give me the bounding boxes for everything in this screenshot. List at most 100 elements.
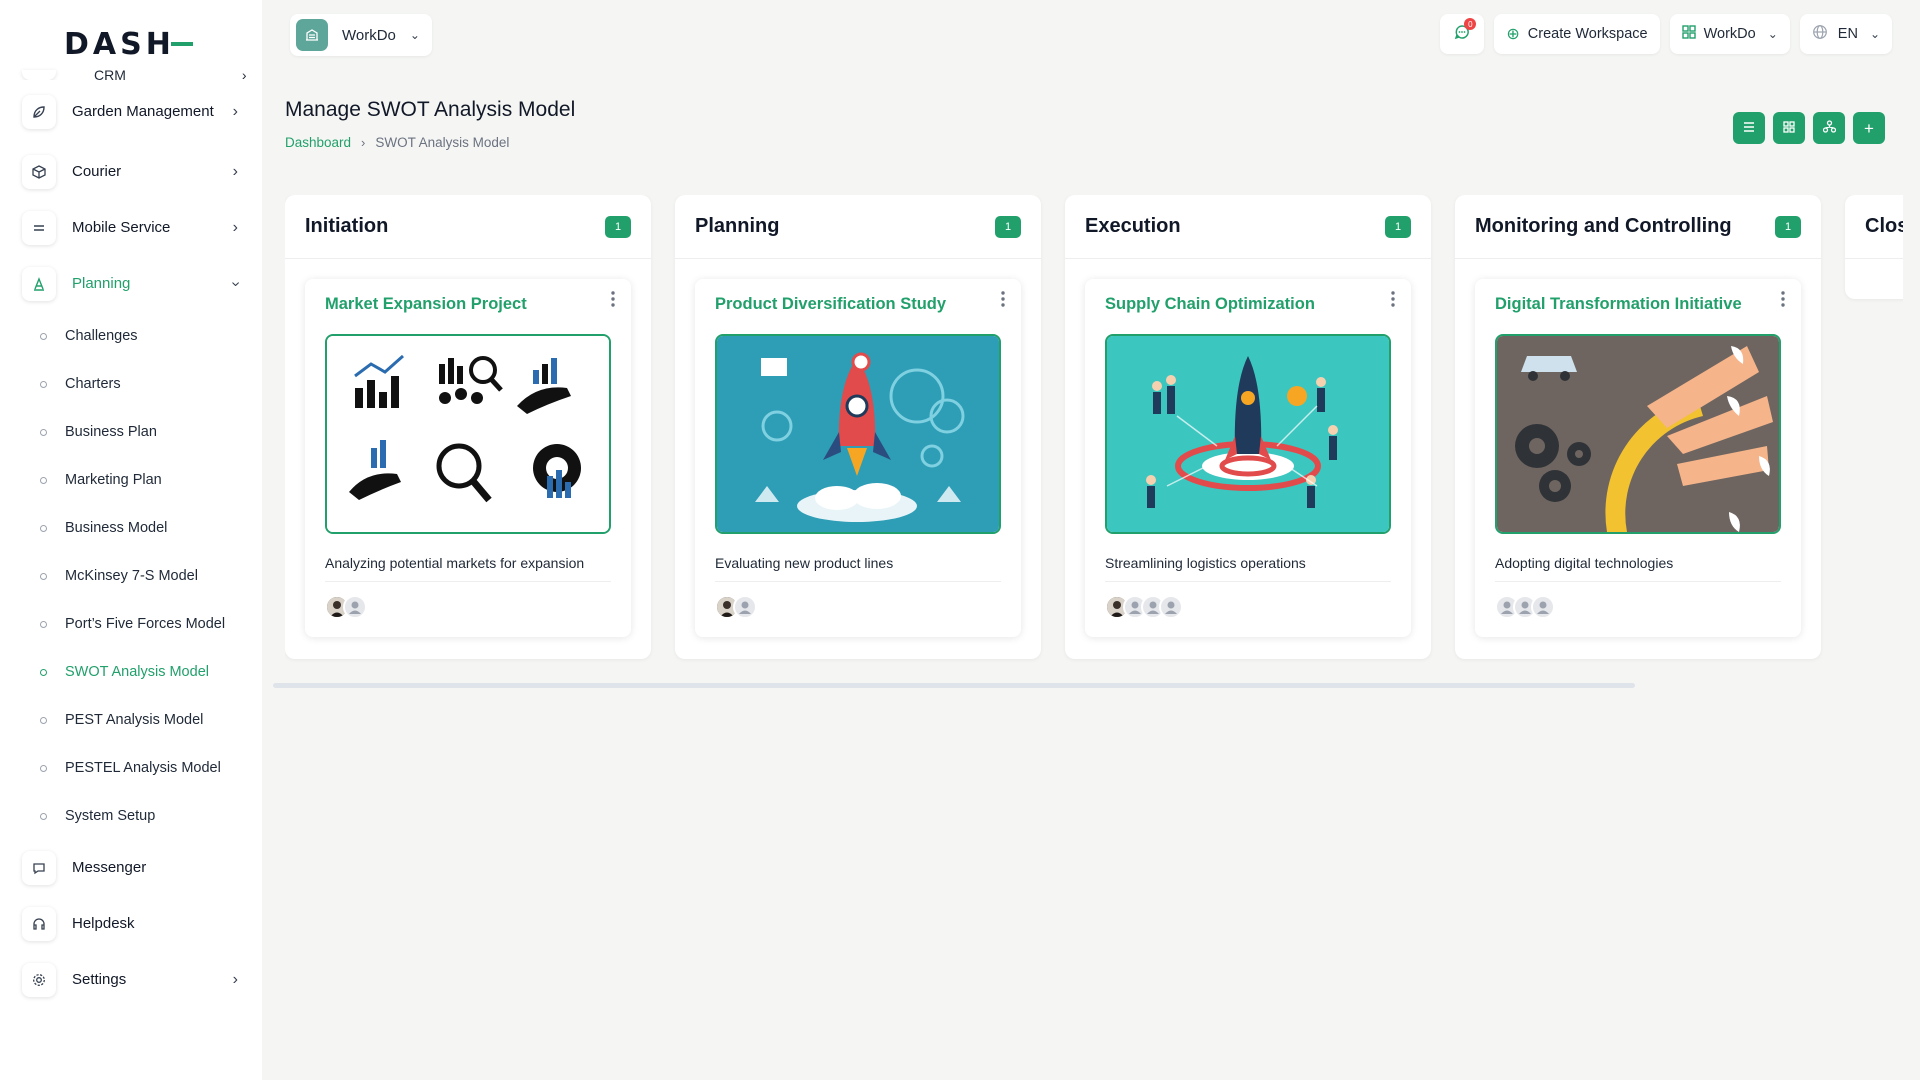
sidebar-subitem-label: PESTEL Analysis Model xyxy=(65,760,221,776)
kanban-column-header: Clos xyxy=(1845,195,1903,259)
avatar[interactable] xyxy=(1159,595,1183,619)
assignee-avatars xyxy=(1105,595,1183,619)
horizontal-scrollbar[interactable] xyxy=(273,683,1635,688)
kanban-card-description: Streamlining logistics operations xyxy=(1105,555,1391,582)
notifications-button[interactable]: 0 xyxy=(1440,14,1485,54)
chat-icon xyxy=(22,851,56,885)
business-icons-illustration xyxy=(325,334,611,534)
assignee-avatars xyxy=(715,595,757,619)
bullet-icon xyxy=(40,428,47,436)
language-label: EN xyxy=(1837,26,1858,42)
kanban-column-header: Initiation 1 xyxy=(285,195,651,259)
sidebar-subitem-label: McKinsey 7-S Model xyxy=(65,568,198,584)
kanban-board: Initiation 1 Market Expansion Project Anal… xyxy=(285,195,1903,665)
sidebar-subitem-label: SWOT Analysis Model xyxy=(65,664,209,680)
bullet-icon xyxy=(40,524,47,532)
sidebar-subitem[interactable]: McKinsey 7-S Model xyxy=(0,552,262,600)
kanban-card-title[interactable]: Market Expansion Project xyxy=(325,295,527,314)
gear-icon xyxy=(22,963,56,997)
breadcrumb-dashboard-link[interactable]: Dashboard xyxy=(285,135,351,150)
sidebar-item-settings[interactable]: Settings › xyxy=(0,952,262,1008)
chevron-right-icon: › xyxy=(232,219,238,236)
sidebar-subitem-label: Marketing Plan xyxy=(65,472,162,488)
sidebar-item-courier[interactable]: Courier › xyxy=(0,144,262,200)
add-button[interactable]: + xyxy=(1853,112,1885,144)
bullet-icon xyxy=(40,620,47,628)
sidebar-item-mobile-service[interactable]: Mobile Service › xyxy=(0,200,262,256)
kanban-column-count-badge: 1 xyxy=(995,215,1021,238)
sidebar-subitem-label: System Setup xyxy=(65,808,156,824)
list-icon xyxy=(1743,121,1755,136)
workspace-menu-button[interactable]: WorkDo ⌄ xyxy=(1669,14,1790,54)
chevron-right-icon: › xyxy=(232,163,238,180)
sidebar-item-garden-management[interactable]: Garden Management › xyxy=(0,80,262,144)
sidebar-item-crm-partial[interactable]: CRM › xyxy=(0,66,262,80)
more-vertical-icon[interactable] xyxy=(1001,291,1005,307)
kanban-card[interactable]: Product Diversification Study Evaluating… xyxy=(695,279,1021,637)
kanban-column-count-badge: 1 xyxy=(1775,215,1801,238)
sidebar-subitem[interactable]: SWOT Analysis Model xyxy=(0,648,262,696)
sidebar-item-messenger[interactable]: Messenger xyxy=(0,840,262,896)
chevron-right-icon: › xyxy=(361,135,366,150)
kanban-card-title[interactable]: Product Diversification Study xyxy=(715,295,946,314)
notification-badge: 0 xyxy=(1464,18,1477,30)
kanban-card[interactable]: Supply Chain Optimization Streamlining l… xyxy=(1085,279,1411,637)
sidebar-subitem-label: Challenges xyxy=(65,328,138,344)
dash-logo[interactable]: DASH xyxy=(64,26,193,62)
sidebar-subitem[interactable]: Charters xyxy=(0,360,262,408)
list-view-button[interactable] xyxy=(1733,112,1765,144)
kanban-card[interactable]: Market Expansion Project Analyzing poten… xyxy=(305,279,631,637)
sidebar-subitem[interactable]: Challenges xyxy=(0,312,262,360)
avatar[interactable] xyxy=(1531,595,1555,619)
workspace-selector-label: WorkDo xyxy=(342,26,396,44)
logo-text: DASH xyxy=(64,26,175,62)
rocket-launch-illustration xyxy=(715,334,1001,534)
avatar[interactable] xyxy=(733,595,757,619)
sidebar-item-label: Helpdesk xyxy=(72,915,135,932)
sidebar-subitem[interactable]: System Setup xyxy=(0,792,262,840)
sidebar-subitem[interactable]: Business Plan xyxy=(0,408,262,456)
chevron-right-icon: › xyxy=(232,103,238,120)
avatar[interactable] xyxy=(343,595,367,619)
menu-lines-icon xyxy=(22,211,56,245)
workspace-selector[interactable]: WorkDo ⌄ xyxy=(290,14,432,56)
sidebar-subitem[interactable]: Business Model xyxy=(0,504,262,552)
view-toggle-group: + xyxy=(1733,112,1885,144)
sidebar-item-planning[interactable]: Planning › xyxy=(0,256,262,312)
more-vertical-icon[interactable] xyxy=(611,291,615,307)
language-selector[interactable]: EN ⌄ xyxy=(1799,14,1892,54)
sidebar-subitem[interactable]: PEST Analysis Model xyxy=(0,696,262,744)
kanban-column-header: Execution 1 xyxy=(1065,195,1431,259)
apps-grid-icon xyxy=(1681,24,1696,44)
kanban-card-description: Adopting digital technologies xyxy=(1495,555,1781,582)
gears-paper-illustration xyxy=(1495,334,1781,534)
create-workspace-button[interactable]: ⊕ Create Workspace xyxy=(1494,14,1660,54)
kanban-column-title: Clos xyxy=(1865,215,1903,237)
chevron-down-icon: ⌄ xyxy=(409,28,420,42)
kanban-column: Execution 1 Supply Chain Optimization Stre… xyxy=(1065,195,1431,659)
chevron-right-icon: › xyxy=(232,971,238,988)
assignee-avatars xyxy=(325,595,367,619)
kanban-column-header: Monitoring and Controlling 1 xyxy=(1455,195,1821,259)
globe-icon xyxy=(1812,24,1828,44)
kanban-card[interactable]: Digital Transformation Initiative Adopti… xyxy=(1475,279,1801,637)
more-vertical-icon[interactable] xyxy=(1781,291,1785,307)
sidebar-subitem[interactable]: Marketing Plan xyxy=(0,456,262,504)
bullet-icon xyxy=(40,812,47,820)
kanban-card-title[interactable]: Digital Transformation Initiative xyxy=(1495,295,1742,314)
grid-view-button[interactable] xyxy=(1773,112,1805,144)
sidebar-item-helpdesk[interactable]: Helpdesk xyxy=(0,896,262,952)
sidebar-item-label: Garden Management xyxy=(72,103,214,120)
more-vertical-icon[interactable] xyxy=(1391,291,1395,307)
sidebar-subitem[interactable]: Port’s Five Forces Model xyxy=(0,600,262,648)
kanban-view-button[interactable] xyxy=(1813,112,1845,144)
kanban-column-count-badge: 1 xyxy=(605,215,631,238)
sidebar-subitem[interactable]: PESTEL Analysis Model xyxy=(0,744,262,792)
header-actions: 0 ⊕ Create Workspace WorkDo ⌄ EN ⌄ xyxy=(1440,14,1892,54)
sidebar-item-label: Planning xyxy=(72,275,131,292)
leaf-icon xyxy=(22,95,56,129)
kanban-column-title: Initiation xyxy=(305,215,389,237)
sidebar-item-label: CRM xyxy=(94,67,126,80)
headset-icon xyxy=(22,907,56,941)
kanban-card-title[interactable]: Supply Chain Optimization xyxy=(1105,295,1315,314)
